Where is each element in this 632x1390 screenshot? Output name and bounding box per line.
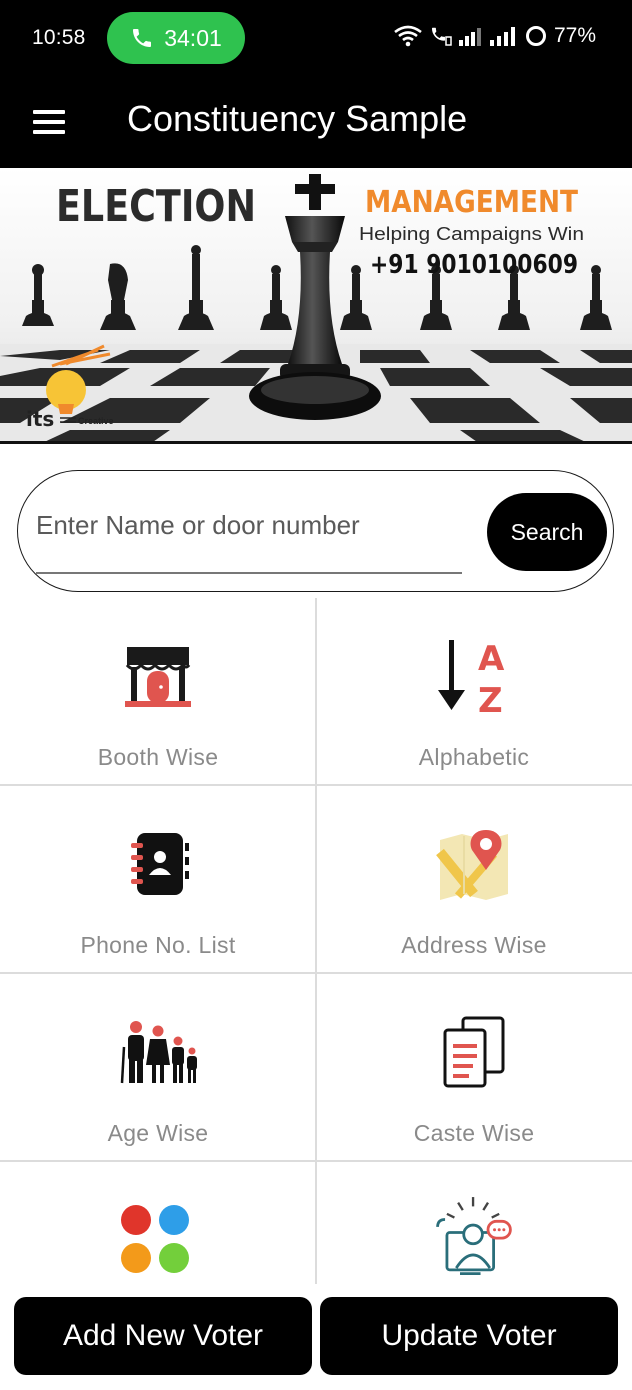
app-bar: Constituency Sample	[0, 78, 632, 168]
svg-text:A: A	[478, 639, 505, 679]
wifi-calling-icon	[431, 27, 452, 46]
svg-text:Creative: Creative	[78, 416, 114, 426]
update-voter-button[interactable]: Update Voter	[320, 1297, 618, 1375]
tile-phone-list[interactable]: Phone No. List	[0, 786, 316, 974]
sort-alphabetic-icon: A Z	[432, 634, 516, 718]
svg-text:Z: Z	[478, 681, 503, 716]
svg-text:its: its	[26, 407, 54, 431]
signal-icon	[458, 28, 481, 46]
tile-category-7[interactable]	[0, 1162, 316, 1284]
search-button[interactable]: Search	[487, 493, 607, 571]
contact-book-icon	[116, 822, 200, 906]
tile-address-wise[interactable]: Address Wise	[316, 786, 632, 974]
banner-phone: +91 9010100609	[370, 250, 578, 280]
tile-age-wise[interactable]: Age Wise	[0, 974, 316, 1162]
banner-headline-left: ELECTION	[56, 181, 256, 232]
phone-icon	[133, 29, 152, 47]
hamburger-menu-icon[interactable]	[24, 100, 74, 144]
page-title: Constituency Sample	[127, 98, 468, 139]
user-chat-icon	[432, 1197, 516, 1282]
map-pin-icon	[432, 822, 516, 906]
tile-booth-wise[interactable]: Booth Wise	[0, 598, 316, 786]
tile-label: Alphabetic	[418, 744, 530, 770]
tile-alphabetic[interactable]: A Z Alphabetic	[316, 598, 632, 786]
banner-headline-right: MANAGEMENT	[365, 185, 578, 220]
battery-level: 77%	[553, 24, 596, 47]
tile-label: Phone No. List	[80, 932, 236, 958]
signal-icon-2	[489, 27, 515, 46]
documents-icon	[432, 1010, 516, 1094]
tile-label: Age Wise	[107, 1120, 209, 1146]
call-timer: 34:01	[164, 24, 222, 51]
tile-caste-wise[interactable]: Caste Wise	[316, 974, 632, 1162]
booth-icon	[116, 634, 200, 718]
search-panel: Search	[17, 470, 614, 592]
tile-label: Address Wise	[401, 932, 547, 958]
wifi-icon	[394, 25, 422, 47]
ongoing-call-chip[interactable]: 34:01	[107, 12, 245, 64]
promo-banner: ELECTION MANAGEMENT Helping Campaigns Wi…	[0, 168, 632, 444]
banner-tagline: Helping Campaigns Win	[359, 224, 584, 244]
status-bar: 10:58 34:01 77%	[0, 0, 632, 78]
add-new-voter-button[interactable]: Add New Voter	[14, 1297, 312, 1375]
category-grid: Booth Wise A Z Alphabetic Phone No. List…	[0, 598, 632, 1284]
colored-dots-icon	[116, 1198, 200, 1282]
family-icon	[116, 1010, 200, 1094]
status-icons: 77%	[393, 24, 596, 48]
tile-label: Booth Wise	[97, 744, 219, 770]
tile-label: Caste Wise	[413, 1120, 535, 1146]
tile-category-8[interactable]	[316, 1162, 632, 1284]
status-time: 10:58	[32, 26, 86, 49]
battery-ring-icon	[525, 26, 546, 46]
search-input[interactable]	[36, 503, 462, 547]
search-input-underline	[36, 572, 462, 574]
